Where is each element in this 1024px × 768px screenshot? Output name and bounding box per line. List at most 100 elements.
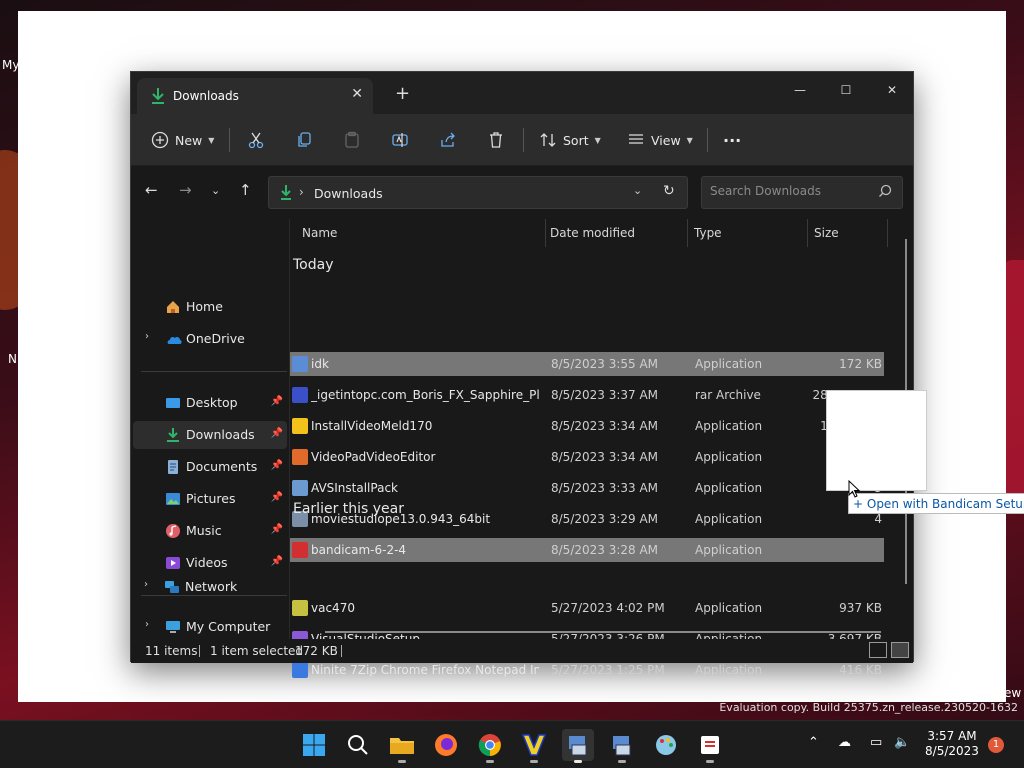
installer-taskbar-button[interactable] [562,729,594,763]
file-size: 416 KB [839,663,882,677]
column-header-name[interactable]: Name [302,219,546,247]
sidebar-item-onedrive[interactable]: › OneDrive [133,325,287,353]
chevron-right-icon[interactable]: › [144,579,148,590]
rename-button[interactable] [391,124,409,156]
file-type: Application [695,663,763,677]
tab-downloads[interactable]: Downloads ✕ [137,78,373,114]
breadcrumb-downloads[interactable]: Downloads [314,186,383,201]
videomeld-taskbar-button[interactable] [518,729,550,763]
column-header-type[interactable]: Type [694,219,808,247]
file-list: Name Date modified Type Size Today idk 8/… [289,219,913,678]
sidebar-item-downloads[interactable]: Downloads 📌 [133,421,287,449]
sidebar-item-network[interactable]: › Network [132,573,286,601]
onedrive-offline-icon[interactable]: ☁ [838,735,851,750]
document-icon [165,459,181,475]
search-box[interactable] [701,176,903,209]
table-row[interactable]: InstallVideoMeld170 8/5/2023 3:34 AM Appli… [290,414,884,438]
desktop-icon-label[interactable]: My [2,58,19,72]
group-header-today[interactable]: Today [293,257,334,273]
column-header-size[interactable]: Size [814,219,888,247]
back-arrow-icon[interactable]: ← [145,181,158,199]
table-row[interactable]: AVSInstallPack 8/5/2023 3:33 AM Applicatio… [290,476,884,500]
group-header-earlier[interactable]: Earlier this year [293,501,404,517]
chrome-icon [478,734,501,757]
chevron-down-icon[interactable]: ⌄ [633,184,642,197]
windows-logo-icon [303,734,325,756]
paste-button[interactable] [343,124,361,156]
desktop-icon-label[interactable]: N [8,352,17,366]
minimize-button[interactable]: — [777,76,823,104]
setup-taskbar-button[interactable] [606,729,638,763]
sidebar-item-pictures[interactable]: Pictures 📌 [133,485,287,513]
file-date: 8/5/2023 3:28 AM [551,543,659,557]
copy-button[interactable] [295,124,313,156]
table-row[interactable]: idk 8/5/2023 3:55 AM Application 172 KB [290,352,884,376]
address-bar[interactable]: › Downloads ⌄ ↻ [268,176,688,209]
cut-button[interactable] [247,124,265,156]
network-status-icon[interactable]: ▭ [870,735,882,750]
sidebar-item-my-computer[interactable]: › My Computer [133,613,287,641]
address-row: ← → ⌄ ↑ › Downloads ⌄ ↻ [131,167,913,219]
sidebar-item-desktop[interactable]: Desktop 📌 [133,389,287,417]
clock[interactable]: 3:57 AM 8/5/2023 [922,729,982,759]
maximize-button[interactable]: ☐ [823,76,869,104]
close-tab-icon[interactable]: ✕ [351,86,363,102]
search-input[interactable] [710,184,870,198]
delete-button[interactable] [487,124,505,156]
close-button[interactable]: ✕ [869,76,915,104]
recent-locations-chevron-icon[interactable]: ⌄ [211,184,220,197]
sidebar-item-documents[interactable]: Documents 📌 [133,453,287,481]
snipping-tool-taskbar-button[interactable] [694,729,726,763]
horizontal-scrollbar[interactable] [325,631,881,633]
paint-taskbar-button[interactable] [650,729,682,761]
file-type: Application [695,601,763,615]
refresh-icon[interactable]: ↻ [663,183,675,199]
column-header-date-modified[interactable]: Date modified [550,219,688,247]
share-icon [441,132,455,147]
table-row[interactable]: bandicam-6-2-4 8/5/2023 3:28 AM Applicatio… [290,538,884,562]
pin-icon[interactable]: 📌 [271,524,283,535]
chrome-taskbar-button[interactable] [474,729,506,763]
search-icon[interactable] [878,184,892,201]
chevron-right-icon[interactable]: › [145,331,149,342]
title-bar[interactable]: Downloads ✕ + — ☐ ✕ [131,72,913,114]
pin-icon[interactable]: 📌 [271,556,283,567]
more-options-button[interactable]: ··· [723,124,741,156]
chevron-up-icon[interactable]: ⌃ [808,735,819,750]
table-row[interactable]: _igetintopc.com_Boris_FX_Sapphire_Plug..… [290,383,884,407]
start-button[interactable] [298,729,330,761]
tiles-view-icon[interactable] [891,642,909,658]
up-arrow-icon[interactable]: ↑ [239,181,252,199]
pin-icon[interactable]: 📌 [271,428,283,439]
new-button[interactable]: New ▼ [151,124,214,156]
file-explorer-taskbar-button[interactable] [386,729,418,763]
view-button[interactable]: View ▼ [627,124,693,156]
search-taskbar-button[interactable] [342,729,374,761]
pin-icon[interactable]: 📌 [271,460,283,471]
chevron-right-icon[interactable]: › [145,619,149,630]
scissors-icon [248,132,264,149]
new-tab-button[interactable]: + [395,83,410,104]
rename-icon [392,133,408,147]
notification-badge[interactable]: 1 [988,737,1004,753]
status-bar: 11 items 1 item selected 172 KB [131,639,913,663]
paint-palette-icon [656,735,676,755]
pin-icon[interactable]: 📌 [271,396,283,407]
download-icon [165,427,181,443]
volume-icon[interactable]: 🔈 [894,735,910,750]
file-date: 8/5/2023 3:34 AM [551,419,659,433]
details-view-icon[interactable] [869,642,887,658]
table-row[interactable]: VideoPadVideoEditor 8/5/2023 3:34 AM Appli… [290,445,884,469]
share-button[interactable] [439,124,457,156]
sidebar-item-music[interactable]: Music 📌 [133,517,287,545]
pin-icon[interactable]: 📌 [271,492,283,503]
clipboard-icon [345,131,359,148]
file-type: Application [695,512,763,526]
sidebar-item-home[interactable]: Home [133,293,287,321]
forward-arrow-icon[interactable]: → [179,181,192,199]
drag-preview [826,390,927,491]
file-date: 5/27/2023 1:25 PM [551,663,665,677]
table-row[interactable]: vac470 5/27/2023 4:02 PM Application 937 KB [290,596,884,620]
sort-button[interactable]: Sort ▼ [539,124,601,156]
firefox-taskbar-button[interactable] [430,729,462,761]
